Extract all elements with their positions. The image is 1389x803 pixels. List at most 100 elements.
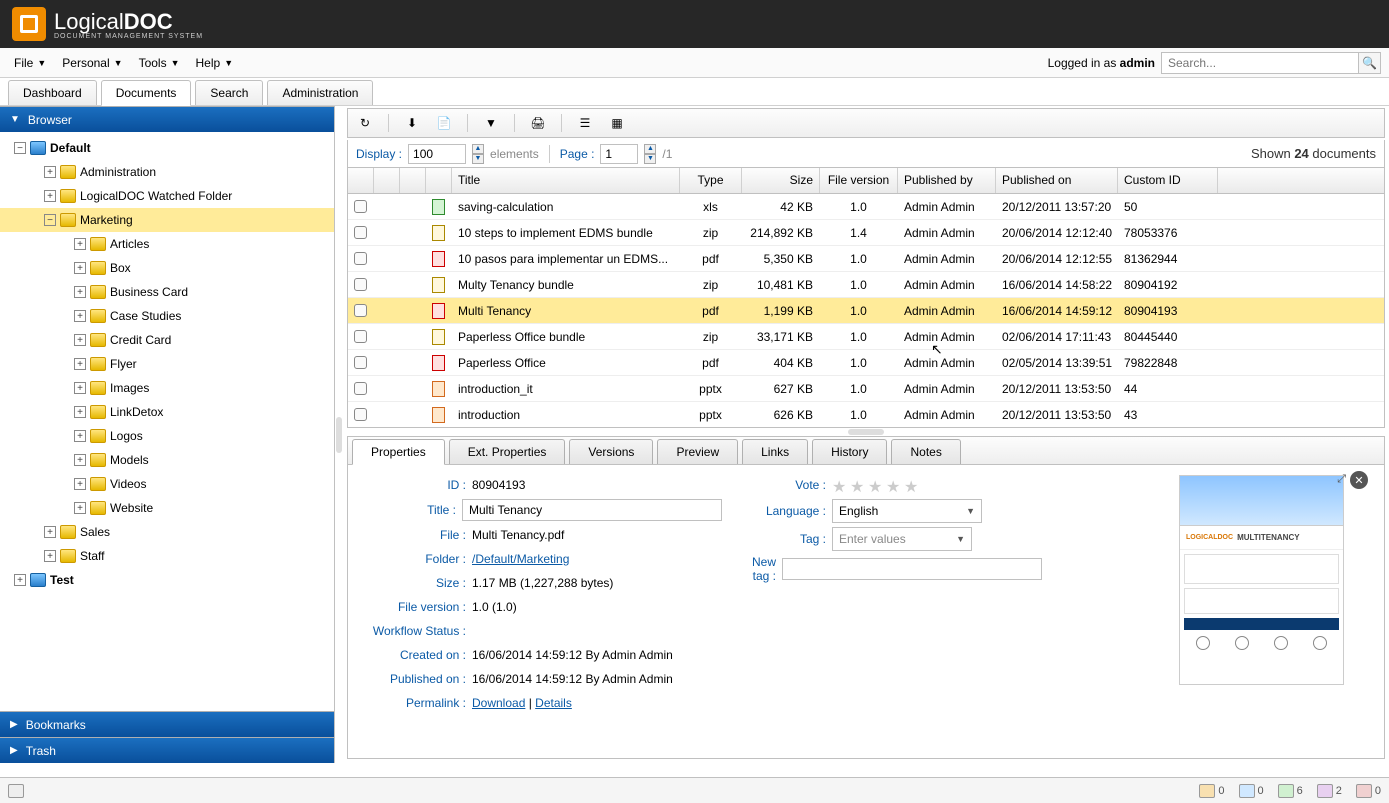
table-row[interactable]: introduction_it pptx 627 KB 1.0 Admin Ad… <box>348 376 1384 402</box>
dtab-ext-properties[interactable]: Ext. Properties <box>449 439 566 464</box>
tab-dashboard[interactable]: Dashboard <box>8 80 97 105</box>
filter-button[interactable]: ▼ <box>482 114 500 132</box>
row-checkbox[interactable] <box>354 200 367 213</box>
status-messages[interactable]: 6 <box>1278 784 1303 798</box>
tree-node-website[interactable]: +Website <box>0 496 334 520</box>
table-row[interactable]: introduction pptx 626 KB 1.0 Admin Admin… <box>348 402 1384 426</box>
star-4[interactable]: ★ <box>886 477 902 493</box>
tree-node-videos[interactable]: +Videos <box>0 472 334 496</box>
menu-personal[interactable]: Personal▼ <box>56 52 128 74</box>
dtab-notes[interactable]: Notes <box>891 439 960 464</box>
tree-node-articles[interactable]: +Articles <box>0 232 334 256</box>
display-spinner[interactable]: ▲▼ <box>472 144 484 164</box>
tree-toggle[interactable]: − <box>14 142 26 154</box>
page-spinner[interactable]: ▲▼ <box>644 144 656 164</box>
tree-node-staff[interactable]: +Staff <box>0 544 334 568</box>
search-button[interactable]: 🔍 <box>1359 52 1381 74</box>
table-row[interactable]: Multy Tenancy bundle zip 10,481 KB 1.0 A… <box>348 272 1384 298</box>
table-row[interactable]: Paperless Office bundle zip 33,171 KB 1.… <box>348 324 1384 350</box>
row-checkbox[interactable] <box>354 382 367 395</box>
dtab-versions[interactable]: Versions <box>569 439 653 464</box>
row-checkbox[interactable] <box>354 278 367 291</box>
tree-node-watched[interactable]: +LogicalDOC Watched Folder <box>0 184 334 208</box>
tree-toggle[interactable]: + <box>74 430 86 442</box>
menu-file[interactable]: File▼ <box>8 52 52 74</box>
panel-trash-header[interactable]: ▶Trash <box>0 737 334 763</box>
vertical-splitter[interactable] <box>335 106 343 763</box>
col-publishedon[interactable]: Published on <box>996 168 1118 193</box>
tree-toggle[interactable]: + <box>74 358 86 370</box>
status-locked[interactable]: 0 <box>1199 784 1224 798</box>
tree-toggle[interactable]: + <box>44 526 56 538</box>
table-row[interactable]: Paperless Office pdf 404 KB 1.0 Admin Ad… <box>348 350 1384 376</box>
tree-toggle[interactable]: + <box>74 502 86 514</box>
star-3[interactable]: ★ <box>868 477 884 493</box>
newtag-input[interactable] <box>782 558 1042 580</box>
tree-toggle[interactable]: + <box>74 334 86 346</box>
clipboard-icon[interactable] <box>8 784 24 798</box>
col-publishedby[interactable]: Published by <box>898 168 996 193</box>
tree-toggle[interactable]: + <box>44 166 56 178</box>
tree-toggle[interactable]: + <box>44 550 56 562</box>
tab-search[interactable]: Search <box>195 80 263 105</box>
language-select[interactable]: English▼ <box>832 499 982 523</box>
tab-administration[interactable]: Administration <box>267 80 373 105</box>
tree-node-linkdetox[interactable]: +LinkDetox <box>0 400 334 424</box>
download-button[interactable]: ⬇ <box>403 114 421 132</box>
tree-node-marketing[interactable]: −Marketing <box>0 208 334 232</box>
tree-node-images[interactable]: +Images <box>0 376 334 400</box>
search-input[interactable] <box>1161 52 1359 74</box>
dtab-preview[interactable]: Preview <box>657 439 738 464</box>
tree-node-flyer[interactable]: +Flyer <box>0 352 334 376</box>
tree-node-default[interactable]: −Default <box>0 136 334 160</box>
col-size[interactable]: Size <box>742 168 820 193</box>
tree-toggle[interactable]: + <box>74 382 86 394</box>
add-document-button[interactable]: 📄 <box>435 114 453 132</box>
row-checkbox[interactable] <box>354 304 367 317</box>
refresh-button[interactable]: ↻ <box>356 114 374 132</box>
tree-toggle[interactable]: + <box>74 286 86 298</box>
preview-thumbnail[interactable]: LOGICALDOCMULTITENANCY <box>1179 475 1344 685</box>
row-checkbox[interactable] <box>354 330 367 343</box>
star-1[interactable]: ★ <box>832 477 848 493</box>
tree-toggle[interactable]: + <box>74 478 86 490</box>
tree-toggle[interactable]: + <box>74 262 86 274</box>
status-checkedout[interactable]: 0 <box>1239 784 1264 798</box>
status-events[interactable]: 0 <box>1356 784 1381 798</box>
list-view-button[interactable]: ☰ <box>576 114 594 132</box>
tree-node-models[interactable]: +Models <box>0 448 334 472</box>
col-customid[interactable]: Custom ID <box>1118 168 1218 193</box>
row-checkbox[interactable] <box>354 408 367 421</box>
tree-node-case-studies[interactable]: +Case Studies <box>0 304 334 328</box>
menu-help[interactable]: Help▼ <box>190 52 240 74</box>
row-checkbox[interactable] <box>354 252 367 265</box>
table-row[interactable]: saving-calculation xls 42 KB 1.0 Admin A… <box>348 194 1384 220</box>
download-link[interactable]: Download <box>472 696 525 710</box>
tag-select[interactable]: Enter values▼ <box>832 527 972 551</box>
grid-view-button[interactable]: ▦ <box>608 114 626 132</box>
tab-documents[interactable]: Documents <box>101 80 192 106</box>
tree-toggle[interactable]: + <box>44 190 56 202</box>
tree-toggle[interactable]: + <box>74 406 86 418</box>
page-input[interactable] <box>600 144 638 164</box>
horizontal-splitter[interactable] <box>347 428 1385 436</box>
tree-node-business-card[interactable]: +Business Card <box>0 280 334 304</box>
col-title[interactable]: Title <box>452 168 680 193</box>
preview-close-button[interactable]: ✕ <box>1350 471 1368 489</box>
tree-toggle[interactable]: + <box>74 310 86 322</box>
title-input[interactable] <box>462 499 722 521</box>
folder-link[interactable]: /Default/Marketing <box>472 552 569 566</box>
star-5[interactable]: ★ <box>904 477 920 493</box>
col-fileversion[interactable]: File version <box>820 168 898 193</box>
tree-node-test[interactable]: +Test <box>0 568 334 592</box>
row-checkbox[interactable] <box>354 356 367 369</box>
tree-toggle[interactable]: + <box>14 574 26 586</box>
tree-node-box[interactable]: +Box <box>0 256 334 280</box>
panel-browser-header[interactable]: ▼Browser <box>0 106 334 132</box>
menu-tools[interactable]: Tools▼ <box>133 52 186 74</box>
tree-toggle[interactable]: + <box>74 238 86 250</box>
table-row[interactable]: 10 pasos para implementar un EDMS... pdf… <box>348 246 1384 272</box>
tree-node-credit-card[interactable]: +Credit Card <box>0 328 334 352</box>
tree-node-logos[interactable]: +Logos <box>0 424 334 448</box>
row-checkbox[interactable] <box>354 226 367 239</box>
